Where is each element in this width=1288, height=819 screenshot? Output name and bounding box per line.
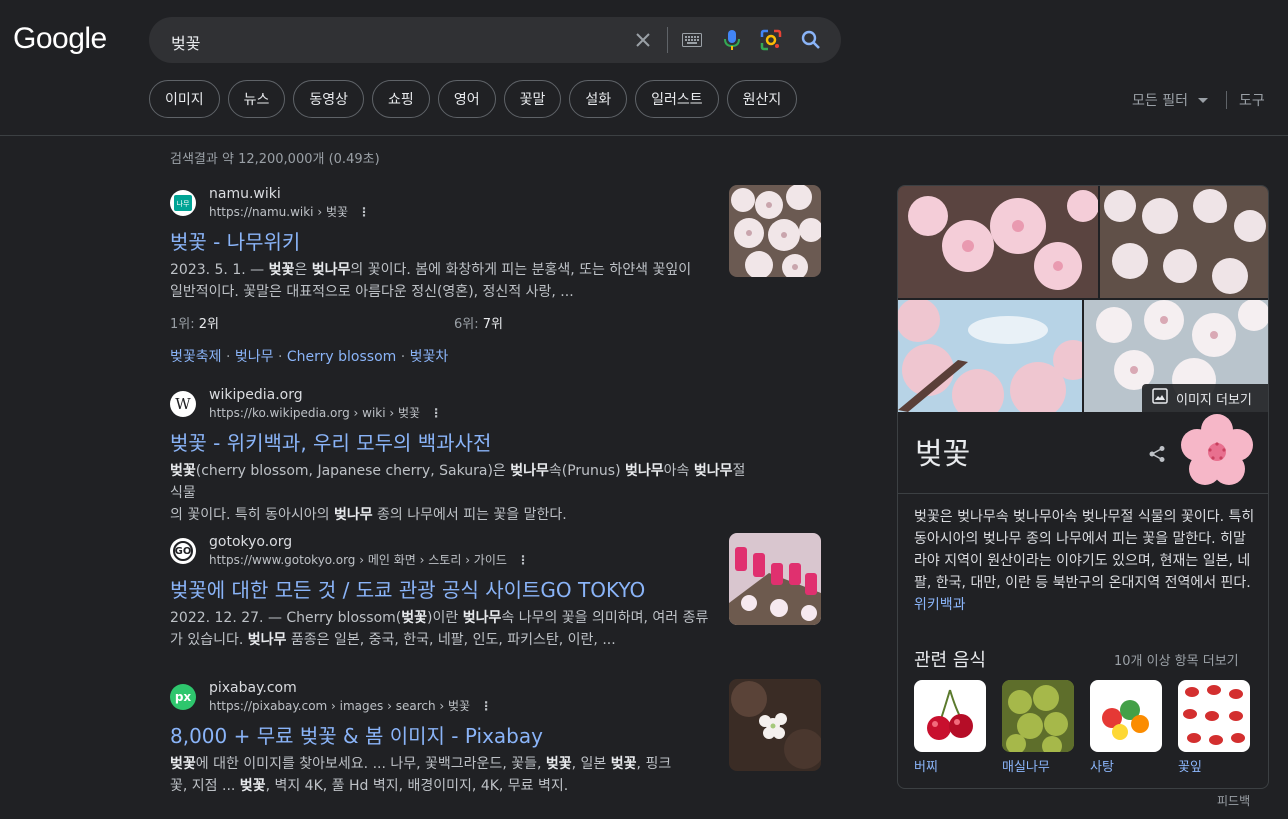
result-stats: 검색결과 약 12,200,000개 (0.49초)	[170, 152, 380, 167]
filter-chips: 이미지 뉴스 동영상 쇼핑 영어 꽃말 설화 일러스트 원산지	[149, 80, 798, 118]
more-vert-icon[interactable]: ⋮	[430, 406, 442, 420]
tools-button[interactable]: 도구	[1239, 90, 1265, 110]
all-filters-button[interactable]: 모든 필터	[1132, 90, 1188, 110]
google-logo[interactable]: Google	[13, 22, 107, 56]
gotokyo-favicon-icon: GO	[170, 538, 196, 564]
result-snippet: 벚꽃(cherry blossom, Japanese cherry, Saku…	[170, 463, 746, 523]
wikipedia-link[interactable]: 위키백과	[914, 597, 966, 613]
site-url[interactable]: https://www.gotokyo.org › 메인 화면 › 스토리 › …	[209, 553, 507, 567]
search-icon[interactable]	[799, 28, 823, 52]
result-thumbnail[interactable]	[729, 533, 821, 625]
chip-news[interactable]: 뉴스	[227, 80, 286, 118]
result-title-link[interactable]: 벚꽃 - 위키백과, 우리 모두의 백과사전	[170, 430, 730, 456]
wikipedia-favicon-icon: W	[170, 391, 196, 417]
search-result-gotokyo: GO gotokyo.org https://www.gotokyo.org ›…	[170, 533, 730, 651]
chip-shopping[interactable]: 쇼핑	[372, 80, 430, 118]
sublink-festival[interactable]: 벚꽃축제	[170, 349, 222, 365]
petals-image	[1178, 680, 1250, 752]
result-snippet: 2023. 5. 1. — 벚꽃은 벚나무의 꽃이다. 봄에 화창하게 피는 분…	[170, 262, 692, 300]
header-divider	[0, 135, 1288, 136]
sublink-cherry-blossom[interactable]: Cherry blossom	[287, 349, 396, 365]
food-item-candy[interactable]: 사탕	[1090, 680, 1162, 775]
search-divider	[667, 27, 668, 53]
kp-description: 벚꽃은 벚나무속 벚나무아속 벚나무절 식물의 꽃이다. 특히 동아시아의 벚나…	[914, 509, 1255, 613]
search-result-pixabay: px pixabay.com https://pixabay.com › ima…	[170, 679, 730, 797]
svg-text:나무: 나무	[177, 199, 190, 208]
plum-image	[1002, 680, 1074, 752]
candy-image	[1090, 680, 1162, 752]
chip-illustration[interactable]: 일러스트	[635, 80, 719, 118]
sublink-tea[interactable]: 벚꽃차	[410, 349, 449, 365]
kp-title: 벚꽃	[915, 437, 971, 472]
kp-divider	[898, 493, 1268, 494]
result-title-link[interactable]: 벚꽃에 대한 모든 것 / 도쿄 관광 공식 사이트GO TOKYO	[170, 577, 730, 603]
result-title-link[interactable]: 벚꽃 - 나무위키	[170, 229, 730, 255]
more-vert-icon[interactable]: ⋮	[480, 699, 492, 713]
keyboard-icon[interactable]	[680, 28, 704, 52]
result-snippet: 벚꽃에 대한 이미지를 찾아보세요. ... 나무, 꽃백그라운드, 꽃들, 벚…	[170, 756, 672, 794]
knowledge-panel: 이미지 더보기 벚꽃 벚꽃은 벚나무속 벚나무아속 벚나무절 식물의 꽃이다. …	[897, 185, 1269, 789]
share-icon[interactable]	[1148, 445, 1166, 467]
chevron-down-icon[interactable]	[1197, 92, 1208, 108]
chip-flower-language[interactable]: 꽃말	[503, 80, 562, 118]
more-images-button[interactable]: 이미지 더보기	[1142, 384, 1268, 412]
food-item-plum[interactable]: 매실나무	[1002, 680, 1074, 775]
food-item-cherry[interactable]: 버찌	[914, 680, 986, 775]
image-icon	[1152, 388, 1168, 408]
clear-icon[interactable]	[631, 28, 655, 52]
site-url[interactable]: https://namu.wiki › 벚꽃	[209, 205, 348, 219]
search-input[interactable]: 벚꽃	[171, 30, 200, 54]
chip-images[interactable]: 이미지	[149, 80, 220, 118]
chip-videos[interactable]: 동영상	[293, 80, 365, 118]
kp-image-2[interactable]	[1100, 186, 1268, 298]
chip-legend[interactable]: 설화	[569, 80, 628, 118]
lens-icon[interactable]	[759, 28, 783, 52]
kp-image-1[interactable]	[898, 186, 1099, 298]
result-thumbnail[interactable]	[729, 679, 821, 771]
food-item-petals[interactable]: 꽃잎	[1178, 680, 1250, 775]
sublink-tree[interactable]: 벚나무	[235, 349, 274, 365]
more-vert-icon[interactable]: ⋮	[517, 553, 529, 567]
related-more-link[interactable]: 10개 이상 항목 더보기	[1114, 650, 1239, 669]
search-box[interactable]: 벚꽃	[149, 17, 841, 63]
pixabay-favicon-icon: px	[170, 684, 196, 710]
result-snippet: 2022. 12. 27. — Cherry blossom(벚꽃)이란 벚나무…	[170, 610, 709, 648]
result-thumbnail[interactable]	[729, 185, 821, 277]
site-name[interactable]: namu.wiki	[209, 185, 370, 203]
result-title-link[interactable]: 8,000 + 무료 벚꽃 & 봄 이미지 - Pixabay	[170, 723, 730, 749]
chip-origin[interactable]: 원산지	[726, 80, 798, 118]
related-foods-title: 관련 음식	[914, 650, 986, 671]
cherry-image	[914, 680, 986, 752]
cherry-blossom-icon[interactable]	[1180, 414, 1254, 488]
more-vert-icon[interactable]: ⋮	[358, 205, 370, 219]
feedback-link[interactable]: 피드백	[1217, 792, 1250, 809]
microphone-icon[interactable]	[720, 28, 744, 52]
site-url[interactable]: https://pixabay.com › images › search › …	[209, 699, 470, 713]
related-sublinks: 벚꽃축제 · 벚나무 · Cherry blossom · 벚꽃차	[170, 349, 449, 365]
chip-english[interactable]: 영어	[437, 80, 496, 118]
namu-favicon-icon: 나무	[170, 190, 196, 216]
site-url[interactable]: https://ko.wikipedia.org › wiki › 벚꽃	[209, 406, 420, 420]
search-result-wikipedia: W wikipedia.org https://ko.wikipedia.org…	[170, 386, 745, 526]
site-name[interactable]: wikipedia.org	[209, 386, 442, 404]
rank-row: 1위: 2위 6위: 7위	[170, 317, 503, 332]
kp-image-3[interactable]	[898, 298, 1093, 421]
site-name[interactable]: pixabay.com	[209, 679, 492, 697]
filters-divider	[1225, 91, 1227, 109]
search-result-namu: 나무 namu.wiki https://namu.wiki › 벚꽃 ⋮ 벚꽃 …	[170, 185, 730, 366]
filters-bar: 모든 필터 도구	[1132, 90, 1265, 110]
site-name[interactable]: gotokyo.org	[209, 533, 529, 551]
